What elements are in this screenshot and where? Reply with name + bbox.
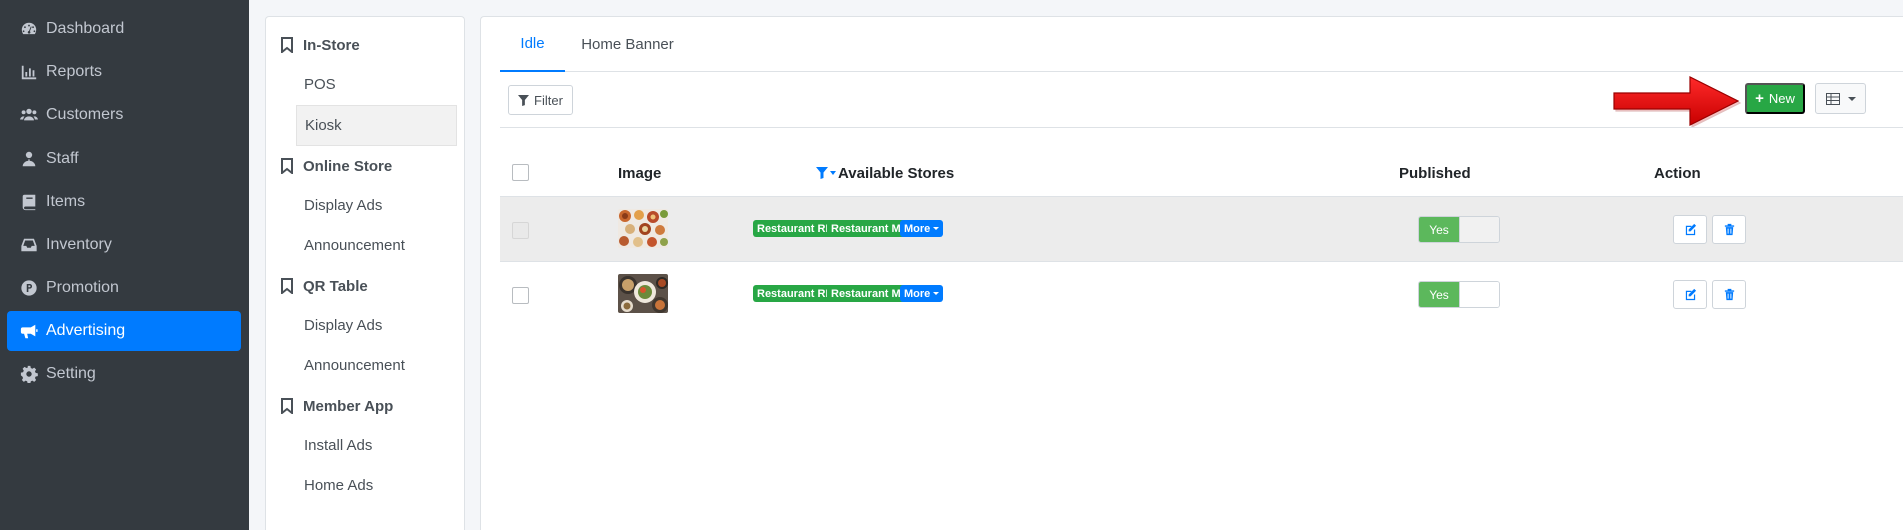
column-header-action: Action	[1654, 164, 1701, 182]
sidebar-item-items[interactable]: Items	[7, 182, 241, 222]
edit-button[interactable]	[1673, 280, 1707, 309]
book-icon	[18, 193, 40, 211]
sidebar-item-setting[interactable]: Setting	[7, 354, 241, 394]
toolbar-divider	[500, 127, 1903, 128]
more-stores-dropdown[interactable]: More	[900, 220, 944, 237]
more-stores-dropdown[interactable]: More	[900, 285, 944, 302]
subnav-item-pos[interactable]: POS	[295, 64, 457, 105]
delete-button[interactable]	[1712, 215, 1746, 244]
user-tie-icon	[18, 150, 40, 168]
sidebar-item-label: Items	[46, 193, 86, 210]
subnav-item-qr-announcement[interactable]: Announcement	[295, 345, 457, 386]
table-row: Restaurant RE Restaurant Mie More Yes	[500, 196, 1903, 261]
subnav-item-qr-display-ads[interactable]: Display Ads	[295, 305, 457, 346]
sidebar-item-label: Staff	[46, 150, 79, 167]
sidebar-item-label: Setting	[46, 365, 96, 382]
red-arrow-annotation-icon	[1613, 76, 1742, 128]
food-dishes-image	[618, 209, 668, 248]
edit-icon	[1685, 223, 1696, 236]
filter-icon	[518, 94, 530, 106]
columns-toggle-button[interactable]	[1815, 83, 1866, 114]
subnav-group-member-app: Member App	[280, 394, 393, 418]
bookmark-icon	[281, 398, 293, 414]
column-header-available-stores[interactable]: Available Stores	[816, 163, 954, 183]
subnav-item-online-display-ads[interactable]: Display Ads	[295, 185, 457, 226]
store-badge: Restaurant RE	[753, 220, 837, 237]
subnav-item-home-ads[interactable]: Home Ads	[295, 465, 457, 506]
sidebar-item-label: Inventory	[46, 236, 112, 253]
toggle-handle	[1459, 282, 1499, 307]
column-header-image: Image	[618, 164, 662, 182]
row-checkbox[interactable]	[512, 287, 529, 304]
dashboard-icon	[18, 20, 40, 38]
tab-idle[interactable]: Idle	[500, 17, 565, 72]
sidebar-item-customers[interactable]: Customers	[7, 95, 241, 135]
store-badge: Restaurant RE	[753, 285, 837, 302]
sidebar-item-label: Dashboard	[46, 20, 125, 37]
subnav-item-online-announcement[interactable]: Announcement	[295, 225, 457, 266]
delete-button[interactable]	[1712, 280, 1746, 309]
subnav-item-install-ads[interactable]: Install Ads	[295, 425, 457, 466]
chevron-down-icon	[1847, 96, 1856, 101]
table-row: Restaurant RE Restaurant Mie More Yes	[500, 261, 1903, 326]
sidebar-item-label: Customers	[46, 106, 124, 123]
users-icon	[18, 106, 40, 124]
sidebar-item-staff[interactable]: Staff	[7, 139, 241, 179]
toggle-on-label: Yes	[1419, 282, 1459, 307]
bookmark-icon	[281, 158, 293, 174]
trash-icon	[1724, 223, 1734, 236]
gear-icon	[18, 365, 40, 383]
trash-icon	[1724, 288, 1734, 301]
bookmark-icon	[281, 278, 293, 294]
sidebar-item-label: Promotion	[46, 279, 119, 296]
megaphone-icon	[18, 322, 40, 340]
filter-icon	[816, 167, 828, 179]
sidebar-item-label: Advertising	[46, 322, 126, 339]
tab-bar: Idle Home Banner	[500, 17, 1903, 72]
new-button[interactable]: + New	[1745, 83, 1805, 114]
promotion-p-icon	[18, 279, 40, 297]
advertising-subnav: In-Store POS Kiosk Online Store Display …	[265, 16, 465, 530]
select-all-checkbox[interactable]	[512, 164, 529, 181]
toggle-handle	[1459, 217, 1499, 242]
main-panel: Idle Home Banner Filter + New Image Avai…	[480, 16, 1903, 530]
edit-button[interactable]	[1673, 215, 1707, 244]
plus-icon: +	[1755, 90, 1764, 107]
sidebar-item-dashboard[interactable]: Dashboard	[7, 9, 241, 49]
subnav-group-online-store: Online Store	[280, 154, 392, 178]
bar-chart-icon	[18, 63, 40, 81]
subnav-group-qr-table: QR Table	[280, 274, 368, 298]
tab-home-banner[interactable]: Home Banner	[565, 17, 690, 72]
chevron-down-icon	[933, 292, 940, 295]
subnav-group-in-store: In-Store	[280, 33, 360, 57]
published-toggle[interactable]: Yes	[1418, 281, 1500, 308]
sidebar-item-inventory[interactable]: Inventory	[7, 225, 241, 265]
toggle-on-label: Yes	[1419, 217, 1459, 242]
sidebar-item-reports[interactable]: Reports	[7, 52, 241, 92]
inbox-icon	[18, 236, 40, 254]
food-bowls-image	[618, 274, 668, 313]
filter-button[interactable]: Filter	[508, 85, 573, 115]
table-icon	[1825, 92, 1840, 105]
sidebar: Dashboard Reports Customers Staff Items …	[0, 0, 249, 530]
column-header-published: Published	[1399, 164, 1471, 182]
sort-caret-icon	[830, 171, 836, 175]
chevron-down-icon	[933, 227, 940, 230]
edit-icon	[1685, 288, 1696, 301]
bookmark-icon	[281, 37, 293, 53]
sidebar-item-advertising[interactable]: Advertising	[7, 311, 241, 351]
sidebar-item-promotion[interactable]: Promotion	[7, 268, 241, 308]
subnav-item-kiosk[interactable]: Kiosk	[296, 105, 457, 146]
published-toggle[interactable]: Yes	[1418, 216, 1500, 243]
sidebar-item-label: Reports	[46, 63, 103, 80]
row-checkbox[interactable]	[512, 222, 529, 239]
